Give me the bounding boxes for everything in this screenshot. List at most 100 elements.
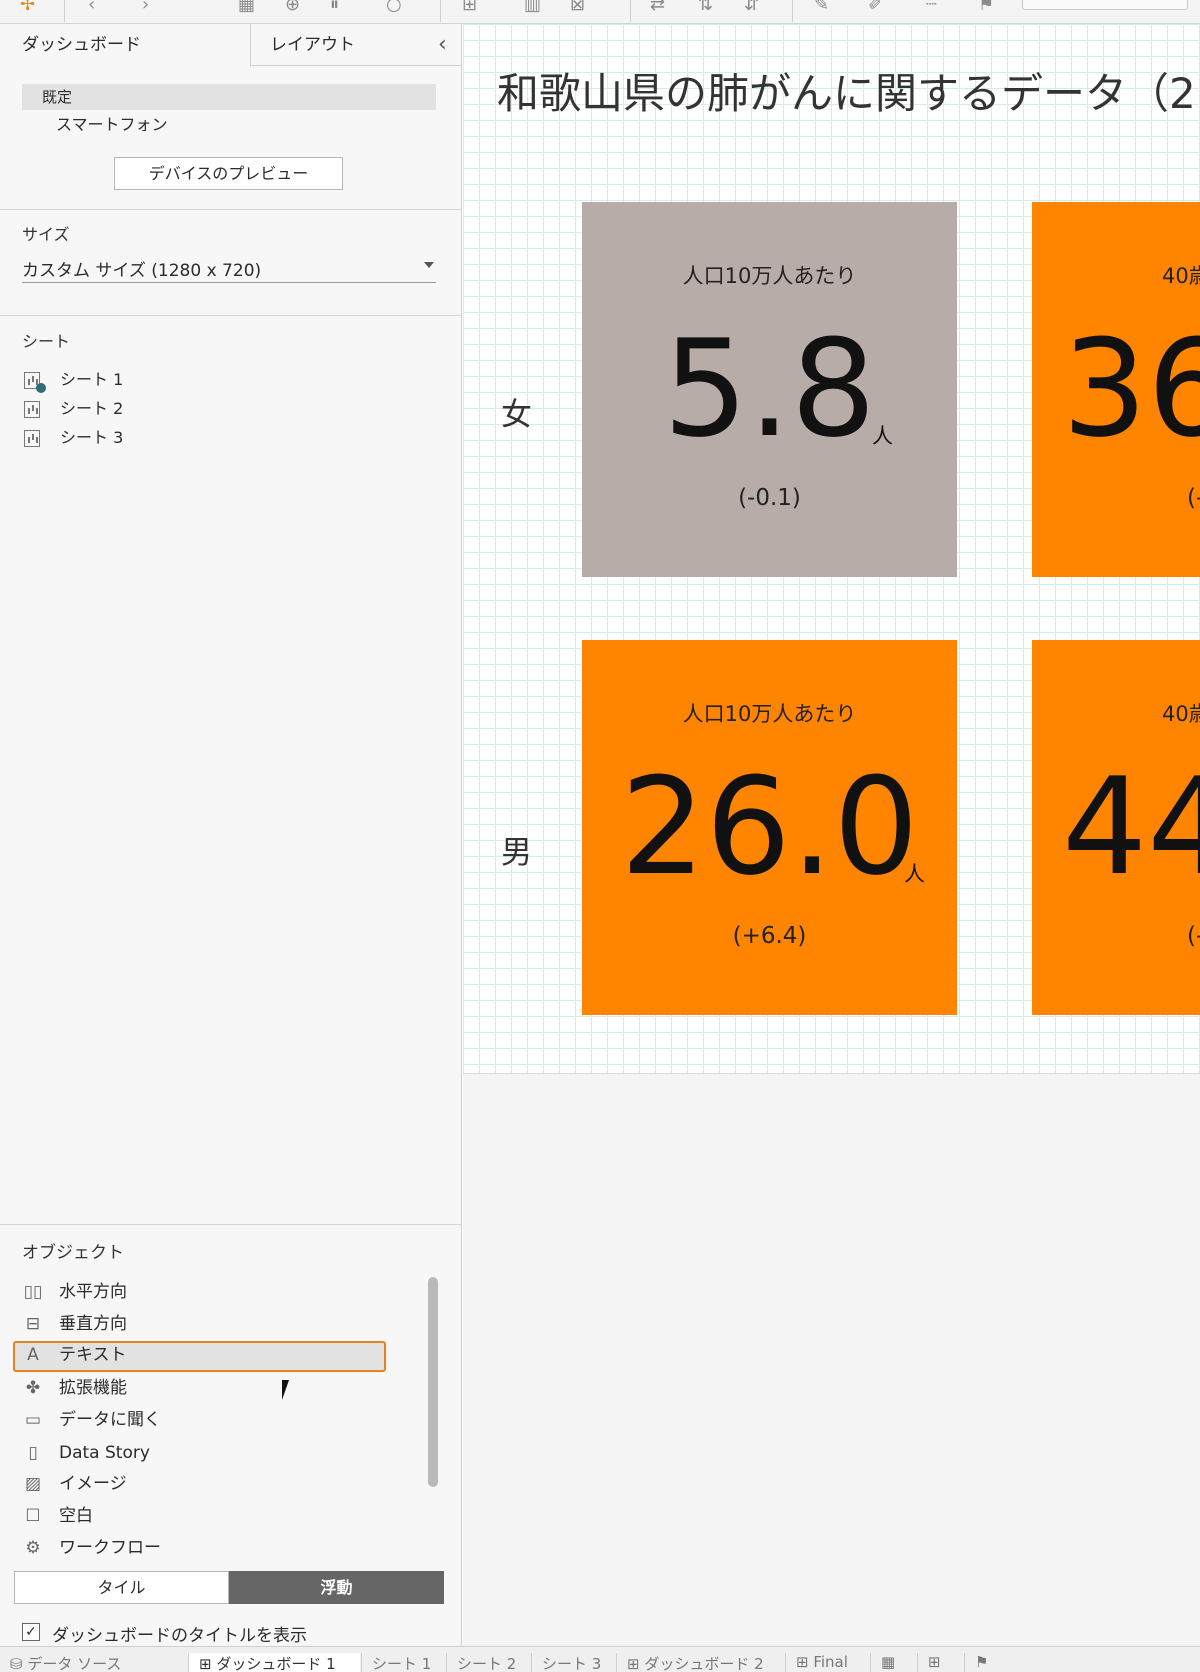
object-label: イメージ [59, 1474, 127, 1494]
toolbar-separator [792, 0, 793, 22]
toolbar-separator [630, 0, 631, 22]
toolbar-separator [440, 0, 441, 22]
tab-sheet-2[interactable]: シート 2 [446, 1653, 530, 1672]
chevron-down-icon[interactable] [424, 262, 434, 268]
workflow-icon: ⚙ [25, 1538, 41, 1558]
tab-dashboard-2[interactable]: ⊞ ダッシュボード 2 [616, 1653, 784, 1672]
text-object-icon: A [27, 1345, 39, 1365]
size-dropdown-underline [22, 282, 436, 283]
kpi-card[interactable]: 人口10万人あたり 26.0 人 (+6.4) [582, 640, 957, 1015]
undo-icon[interactable]: ‹ [88, 0, 95, 14]
object-label: データに聞く [59, 1410, 161, 1430]
dashboard-canvas: 和歌山県の肺がんに関するデータ（2 女 男 人口10万人あたり 5.8 人 (-… [463, 24, 1200, 1646]
object-ask-data[interactable]: ▭ データに聞く [22, 1406, 384, 1434]
horizontal-container-icon: ▯▯ [23, 1282, 43, 1302]
section-divider [0, 209, 462, 210]
panel-tabs: ダッシュボード レイアウト ‹ [0, 24, 462, 67]
kpi-unit: 人 [904, 862, 925, 886]
object-image[interactable]: ▨ イメージ [22, 1470, 384, 1498]
run-update-icon[interactable]: ○ [386, 0, 402, 14]
object-data-story[interactable]: ▯ Data Story [22, 1439, 384, 1467]
tab-label: ダッシュボード 1 [216, 1655, 336, 1672]
tab-sheet-1[interactable]: シート 1 [361, 1653, 445, 1672]
tab-sheet-3[interactable]: シート 3 [531, 1653, 615, 1672]
kpi-value: 36 [1062, 311, 1200, 467]
duplicate-icon[interactable]: ▥ [524, 0, 541, 14]
new-datasource-icon[interactable]: ⊕ [285, 0, 300, 14]
swap-icon[interactable]: ⇄ [650, 0, 665, 14]
object-label: 拡張機能 [59, 1378, 127, 1398]
kpi-card[interactable]: 40歳 36 (- [1032, 202, 1200, 577]
dashboard-icon: ⊞ [627, 1655, 645, 1672]
kpi-value: 44 [1062, 749, 1200, 905]
object-horizontal[interactable]: ▯▯ 水平方向 [22, 1278, 384, 1306]
object-extension[interactable]: ✤ 拡張機能 [22, 1374, 384, 1402]
sheet-tabs-bar: ⛁ データ ソース ⊞ ダッシュボード 1 シート 1 シート 2 シート 3 … [0, 1646, 1200, 1672]
object-vertical[interactable]: ⊟ 垂直方向 [22, 1310, 384, 1338]
sheet-used-check-icon [36, 383, 46, 393]
tab-dashboard[interactable]: ダッシュボード [0, 24, 251, 67]
save-icon[interactable]: ▦ [238, 0, 255, 14]
new-worksheet-tab-icon[interactable]: ▦ [870, 1653, 916, 1672]
sort-desc-icon[interactable]: ⇵ [744, 0, 759, 14]
device-phone-item[interactable]: スマートフォン [56, 112, 168, 138]
toolbar: ✢ ‹ › ▦ ⊕ ⏸ ○ ⊞ ▥ ⊠ ⇄ ⇅ ⇵ ✎ ✐ ┈ ⚑ [0, 0, 1200, 24]
object-label: ワークフロー [59, 1538, 161, 1558]
object-label: 空白 [59, 1506, 93, 1526]
toolbar-separator [64, 0, 65, 22]
clear-sheet-icon[interactable]: ⊠ [570, 0, 585, 14]
tableau-logo-icon[interactable]: ✢ [20, 0, 35, 14]
tab-label: ダッシュボード 2 [644, 1655, 764, 1672]
float-mode-button[interactable]: 浮動 [229, 1571, 444, 1604]
highlight-icon[interactable]: ✎ [814, 0, 829, 14]
new-sheet-icon[interactable]: ⊞ [462, 0, 477, 14]
new-dashboard-tab-icon[interactable]: ⊞ [917, 1653, 963, 1672]
checkbox-label: ダッシュボードのタイトルを表示 [52, 1626, 307, 1646]
sort-asc-icon[interactable]: ⇅ [698, 0, 713, 14]
pin-icon[interactable]: ⚑ [978, 0, 994, 14]
object-workflow[interactable]: ⚙ ワークフロー [22, 1534, 384, 1562]
device-default-item[interactable]: 既定 [22, 84, 436, 110]
object-text[interactable]: A テキスト [13, 1341, 386, 1372]
tab-final[interactable]: ⊞ Final [785, 1653, 869, 1672]
kpi-value: 5.8 [662, 311, 877, 467]
section-divider [0, 315, 462, 316]
object-label: 垂直方向 [59, 1314, 127, 1334]
redo-icon[interactable]: › [142, 0, 149, 14]
objects-scrollbar[interactable] [428, 1277, 438, 1487]
object-label: 水平方向 [59, 1282, 127, 1302]
toolbar-search-box[interactable] [1022, 0, 1188, 10]
tab-data-source[interactable]: ⛁ データ ソース [0, 1653, 121, 1672]
checkbox-checked-icon[interactable]: ✓ [22, 1623, 40, 1641]
dashboard-icon: ⊞ [796, 1653, 814, 1671]
kpi-caption: 40歳 [1162, 702, 1200, 726]
tab-label: Final [813, 1653, 848, 1671]
labels-icon[interactable]: ┈ [926, 0, 937, 14]
kpi-card[interactable]: 40歳 44 (- [1032, 640, 1200, 1015]
collapse-panel-icon[interactable]: ‹ [438, 32, 447, 57]
pause-updates-icon[interactable]: ⏸ [330, 0, 339, 14]
new-story-tab-icon[interactable]: ⚑ [964, 1653, 1010, 1672]
device-preview-button[interactable]: デバイスのプレビュー [114, 157, 343, 190]
sheet-item-label: シート 3 [60, 428, 124, 447]
blank-icon: ☐ [25, 1506, 41, 1526]
image-icon: ▨ [24, 1474, 42, 1494]
puzzle-icon: ✤ [25, 1378, 41, 1398]
tile-mode-button[interactable]: タイル [14, 1571, 229, 1604]
object-blank[interactable]: ☐ 空白 [22, 1502, 384, 1530]
sheet-item-label: シート 2 [60, 399, 124, 418]
group-icon[interactable]: ✐ [868, 0, 883, 14]
sheet-icon [24, 401, 40, 418]
dashboard-title[interactable]: 和歌山県の肺がんに関するデータ（2 [497, 60, 1196, 121]
sheets-section-label: シート [22, 332, 71, 351]
size-dropdown[interactable]: カスタム サイズ (1280 x 720) [22, 256, 261, 281]
kpi-unit: 人 [872, 424, 893, 448]
kpi-card[interactable]: 人口10万人あたり 5.8 人 (-0.1) [582, 202, 957, 577]
tab-layout[interactable]: レイアウト [252, 24, 442, 66]
tab-dashboard-1[interactable]: ⊞ ダッシュボード 1 [188, 1653, 360, 1672]
database-icon: ⛁ [10, 1655, 28, 1672]
kpi-delta: (- [1187, 923, 1200, 949]
object-label: テキスト [59, 1345, 127, 1365]
kpi-caption: 人口10万人あたり [682, 702, 857, 726]
kpi-caption: 人口10万人あたり [682, 264, 857, 288]
